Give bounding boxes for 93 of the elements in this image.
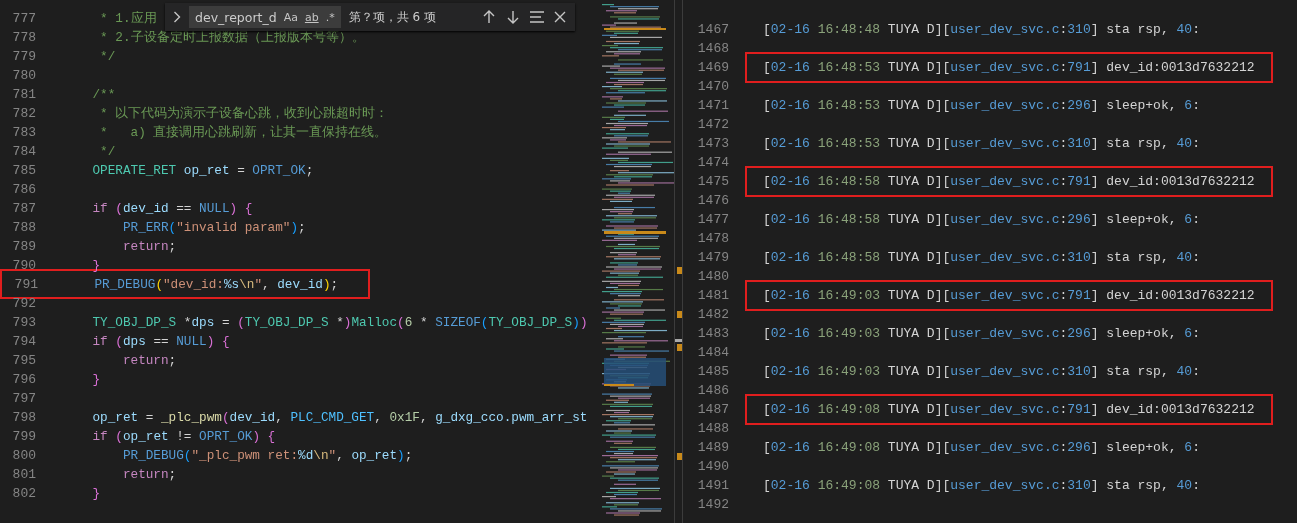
log-line: [02-16 16:49:03 TUYA D][user_dev_svc.c:310] sta rsp, 40: — [762, 363, 1201, 381]
code-line: */ — [99, 143, 116, 161]
code-line: return; — [121, 238, 177, 256]
code-line: return; — [121, 466, 177, 484]
option-toggle[interactable]: .* — [325, 10, 335, 24]
line-number: 1485 — [696, 364, 729, 379]
code-line: * 2.子设备定时上报数据（上报版本号等）。 — [99, 29, 365, 47]
lines-icon[interactable] — [529, 10, 545, 24]
line-number: 1479 — [696, 250, 729, 265]
line-number: 1482 — [696, 307, 729, 322]
line-number: 1468 — [696, 41, 729, 56]
code-line: op_ret = _plc_pwm(dev_id, PLC_CMD_GET, 0x1F, g_dxg_cco.pwm_arr_st — [91, 409, 588, 427]
line-number: 799 — [11, 429, 37, 444]
line-number: 777 — [11, 11, 37, 26]
line-number: 1477 — [696, 212, 729, 227]
arrow-up-icon[interactable] — [481, 9, 497, 25]
line-number: 792 — [11, 296, 37, 311]
code-line: if (dev_id == NULL) { — [91, 200, 253, 218]
line-number: 788 — [11, 220, 37, 235]
line-number: 779 — [11, 49, 37, 64]
log-line: [02-16 16:49:08 TUYA D][user_dev_svc.c:310] sta rsp, 40: — [762, 477, 1201, 495]
line-number: 1484 — [696, 345, 729, 360]
code-line: } — [91, 257, 101, 275]
log-line: [02-16 16:48:48 TUYA D][user_dev_svc.c:310] sta rsp, 40: — [762, 21, 1201, 39]
line-number: 793 — [11, 315, 37, 330]
log-line: [02-16 16:48:53 TUYA D][user_dev_svc.c:310] sta rsp, 40: — [762, 135, 1201, 153]
line-number: 790 — [11, 258, 37, 273]
line-number: 778 — [11, 30, 37, 45]
line-number: 1471 — [696, 98, 729, 113]
line-number: 797 — [11, 391, 37, 406]
line-number: 1475 — [696, 174, 729, 189]
match-count: 第？项，共 6 项 — [348, 8, 436, 26]
line-number: 1488 — [696, 421, 729, 436]
line-number: 1490 — [696, 459, 729, 474]
option-toggle[interactable]: ab — [304, 10, 319, 24]
code-line: PR_ERR("invalid param"); — [121, 219, 306, 237]
arrow-down-icon[interactable] — [505, 9, 521, 25]
line-number: 1467 — [696, 22, 729, 37]
line-number: 785 — [11, 163, 37, 178]
line-number: 1486 — [696, 383, 729, 398]
line-number: 801 — [11, 467, 37, 482]
code-line: return; — [121, 352, 177, 370]
line-number: 1472 — [696, 117, 729, 132]
log-line: [02-16 16:48:58 TUYA D][user_dev_svc.c:296] sleep+ok, 6: — [762, 211, 1201, 229]
line-number: 1487 — [696, 402, 729, 417]
line-number: 1492 — [696, 497, 729, 512]
log-line: [02-16 16:48:53 TUYA D][user_dev_svc.c:296] sleep+ok, 6: — [762, 97, 1201, 115]
line-number: 782 — [11, 106, 37, 121]
code-line: PR_DEBUG("_plc_pwm ret:%d\n", op_ret); — [121, 447, 413, 465]
line-number: 781 — [11, 87, 37, 102]
line-number: 1470 — [696, 79, 729, 94]
line-number: 795 — [11, 353, 37, 368]
line-number: 1473 — [696, 136, 729, 151]
code-line: * 以下代码为演示子设备心跳，收到心跳超时时： — [99, 105, 389, 123]
code-line: if (op_ret != OPRT_OK) { — [91, 428, 276, 446]
code-line: if (dps == NULL) { — [91, 333, 230, 351]
code-line: OPERATE_RET op_ret = OPRT_OK; — [91, 162, 314, 180]
close-icon[interactable] — [553, 10, 567, 24]
line-number: 780 — [11, 68, 37, 83]
search-field[interactable]: dev_report_d Aa ab .* — [189, 6, 341, 28]
code-line: TY_OBJ_DP_S *dps = (TY_OBJ_DP_S *)Malloc(6 * SIZEOF(TY_OBJ_DP_S)) — [91, 314, 588, 332]
line-number: 1481 — [696, 288, 729, 303]
line-number: 786 — [11, 182, 37, 197]
code-line: * 1.应用 — [99, 10, 157, 28]
line-number: 1476 — [696, 193, 729, 208]
line-number: 783 — [11, 125, 37, 140]
log-line: [02-16 16:49:08 TUYA D][user_dev_svc.c:296] sleep+ok, 6: — [762, 439, 1201, 457]
code-line: /** — [91, 86, 116, 104]
option-toggle[interactable]: Aa — [283, 10, 298, 24]
line-number: 1469 — [696, 60, 729, 75]
line-number: 1489 — [696, 440, 729, 455]
line-number: 789 — [11, 239, 37, 254]
line-number: 800 — [11, 448, 37, 463]
line-number: 1478 — [696, 231, 729, 246]
chevron-icon[interactable] — [173, 11, 181, 23]
line-number: 1480 — [696, 269, 729, 284]
code-line: } — [91, 485, 101, 503]
line-number: 798 — [11, 410, 37, 425]
line-number: 802 — [11, 486, 37, 501]
line-number: 794 — [11, 334, 37, 349]
line-number: 791 — [13, 276, 39, 292]
code-line: } — [91, 371, 101, 389]
line-number: 787 — [11, 201, 37, 216]
code-line: PR_DEBUG("dev_id:%s\n", dev_id); — [93, 275, 339, 294]
log-line: [02-16 16:48:58 TUYA D][user_dev_svc.c:310] sta rsp, 40: — [762, 249, 1201, 267]
code-line: */ — [99, 48, 116, 66]
line-number: 1474 — [696, 155, 729, 170]
line-number: 784 — [11, 144, 37, 159]
line-number: 1483 — [696, 326, 729, 341]
code-line: * a) 直接调用心跳刷新，让其一直保持在线。 — [99, 124, 388, 142]
line-number: 796 — [11, 372, 37, 387]
log-line: [02-16 16:49:03 TUYA D][user_dev_svc.c:296] sleep+ok, 6: — [762, 325, 1201, 343]
line-number: 1491 — [696, 478, 729, 493]
